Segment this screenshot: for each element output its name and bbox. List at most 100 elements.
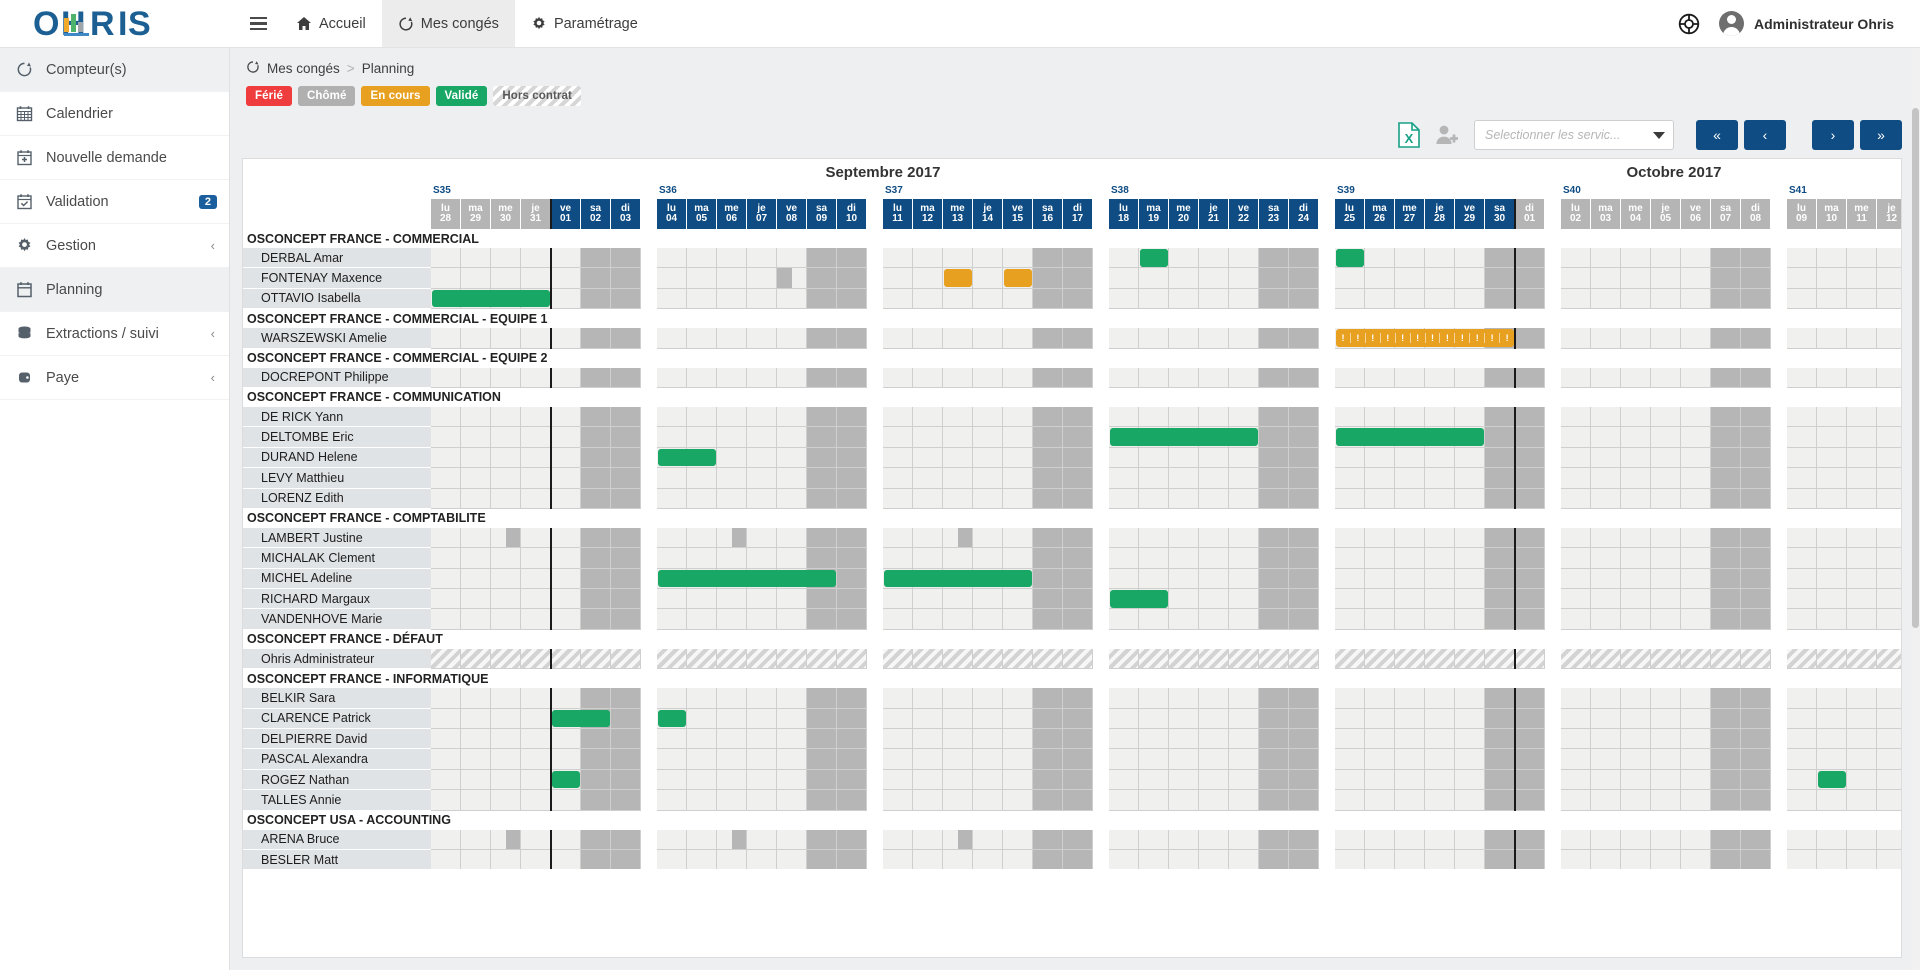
day-cell[interactable] <box>1335 708 1365 730</box>
leave-bar-valide[interactable] <box>432 289 550 308</box>
table-row[interactable]: TALLES Annie <box>243 790 1901 811</box>
day-cell[interactable] <box>521 406 551 428</box>
day-cell[interactable] <box>581 688 611 709</box>
day-cell[interactable] <box>1681 406 1711 428</box>
day-cell[interactable] <box>1395 729 1425 750</box>
day-cell[interactable] <box>1651 527 1681 549</box>
day-cell[interactable] <box>1199 790 1229 811</box>
day-cell[interactable] <box>1455 589 1485 610</box>
day-cell[interactable] <box>1681 548 1711 569</box>
day-cell[interactable] <box>1335 406 1365 428</box>
day-cell[interactable] <box>1561 729 1591 750</box>
day-cell[interactable] <box>1787 729 1817 750</box>
day-cell[interactable] <box>1425 268 1455 289</box>
day-cell[interactable] <box>1485 829 1515 850</box>
day-cell[interactable] <box>1139 790 1169 811</box>
day-cell[interactable] <box>1003 367 1033 388</box>
day-cell[interactable] <box>1817 648 1847 670</box>
day-cell[interactable] <box>1365 268 1395 289</box>
day-cell[interactable] <box>461 769 491 791</box>
day-cell[interactable] <box>1681 268 1711 289</box>
day-cell[interactable] <box>581 849 611 869</box>
day-cell[interactable] <box>1787 288 1817 310</box>
table-row[interactable]: LEVY Matthieu <box>243 468 1901 489</box>
day-cell[interactable] <box>1063 648 1093 670</box>
day-cell[interactable] <box>1395 708 1425 730</box>
day-cell[interactable] <box>1259 708 1289 730</box>
app-logo[interactable]: O H R I S <box>0 0 230 47</box>
day-cell[interactable] <box>1591 548 1621 569</box>
day-cell[interactable] <box>1711 708 1741 730</box>
day-cell[interactable] <box>1621 829 1651 850</box>
day-cell[interactable] <box>1395 406 1425 428</box>
day-cell[interactable] <box>1335 688 1365 709</box>
day-cell[interactable] <box>491 268 521 289</box>
day-cell[interactable] <box>581 589 611 610</box>
day-cell[interactable] <box>1335 468 1365 489</box>
day-cell[interactable] <box>1561 648 1591 670</box>
day-cell[interactable] <box>1877 769 1901 791</box>
day-cell[interactable] <box>1651 268 1681 289</box>
day-cell[interactable] <box>1561 568 1591 590</box>
day-cell[interactable] <box>521 749 551 770</box>
day-cell[interactable] <box>1365 849 1395 869</box>
day-cell[interactable] <box>1621 406 1651 428</box>
day-cell[interactable] <box>1139 688 1169 709</box>
day-cell[interactable] <box>461 447 491 469</box>
day-cell[interactable] <box>1711 527 1741 549</box>
employee-day-cells[interactable] <box>431 527 1901 549</box>
day-cell[interactable] <box>1259 769 1289 791</box>
day-cell[interactable] <box>883 248 913 269</box>
day-cell[interactable] <box>777 248 807 269</box>
day-cell[interactable] <box>1817 829 1847 850</box>
day-cell[interactable] <box>1033 288 1063 310</box>
day-cell[interactable] <box>687 328 717 349</box>
day-cell[interactable] <box>1561 468 1591 489</box>
day-cell[interactable] <box>777 708 807 730</box>
day-cell[interactable] <box>1455 648 1485 670</box>
day-cell[interactable] <box>1063 248 1093 269</box>
day-cell[interactable] <box>1109 609 1139 630</box>
day-cell[interactable] <box>1621 468 1651 489</box>
day-cell[interactable] <box>1741 790 1771 811</box>
day-cell[interactable] <box>1651 328 1681 349</box>
day-cell[interactable] <box>551 829 581 850</box>
day-cell[interactable] <box>1229 468 1259 489</box>
day-cell[interactable] <box>491 729 521 750</box>
day-cell[interactable] <box>1395 268 1425 289</box>
day-cell[interactable] <box>1033 468 1063 489</box>
day-cell[interactable] <box>461 527 491 549</box>
day-cell[interactable] <box>1259 568 1289 590</box>
day-cell[interactable] <box>431 328 461 349</box>
day-cell[interactable] <box>1259 367 1289 388</box>
day-cell[interactable] <box>1741 548 1771 569</box>
day-cell[interactable] <box>777 749 807 770</box>
day-cell[interactable] <box>1847 288 1877 310</box>
day-cell[interactable] <box>943 708 973 730</box>
employee-day-cells[interactable] <box>431 548 1901 569</box>
day-cell[interactable] <box>1787 708 1817 730</box>
nav-item-mes-conges[interactable]: Mes congés <box>381 0 515 47</box>
day-cell[interactable] <box>1741 729 1771 750</box>
day-cell[interactable] <box>611 328 641 349</box>
day-cell[interactable] <box>1289 749 1319 770</box>
day-cell[interactable] <box>883 447 913 469</box>
day-cell[interactable] <box>1561 488 1591 509</box>
day-cell[interactable] <box>1425 749 1455 770</box>
day-cell[interactable] <box>973 406 1003 428</box>
day-cell[interactable] <box>1199 688 1229 709</box>
day-cell[interactable] <box>943 849 973 869</box>
day-cell[interactable] <box>1229 589 1259 610</box>
day-cell[interactable] <box>1425 688 1455 709</box>
day-cell[interactable] <box>1139 568 1169 590</box>
day-cell[interactable] <box>1109 367 1139 388</box>
day-cell[interactable] <box>1289 829 1319 850</box>
day-cell[interactable] <box>1289 527 1319 549</box>
day-cell[interactable] <box>1681 688 1711 709</box>
day-cell[interactable] <box>717 769 747 791</box>
day-cell[interactable] <box>1847 688 1877 709</box>
day-cell[interactable] <box>777 268 807 289</box>
day-cell[interactable] <box>657 729 687 750</box>
day-cell[interactable] <box>1561 288 1591 310</box>
day-cell[interactable] <box>1425 488 1455 509</box>
